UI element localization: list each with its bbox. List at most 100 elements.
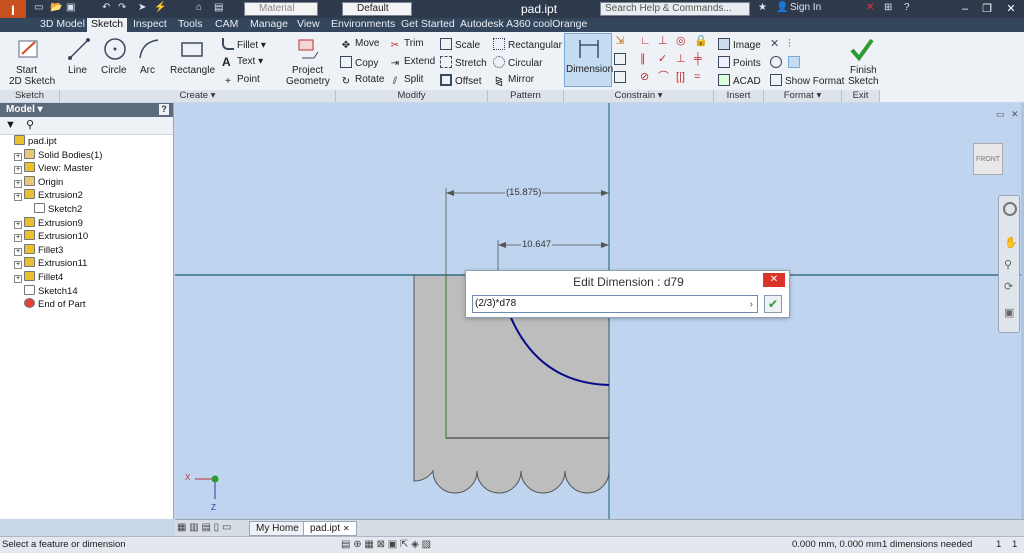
tree-item-sketch2[interactable]: +Sketch2 — [24, 203, 82, 216]
points-button[interactable]: Points — [718, 56, 761, 69]
mirror-button[interactable]: ⧎ Mirror — [493, 74, 534, 88]
dialog-close-button[interactable]: ✕ — [763, 273, 785, 287]
circular-pattern-button[interactable]: Circular — [493, 56, 542, 69]
rectangular-pattern-button[interactable]: Rectangular — [493, 38, 562, 51]
measure-icon[interactable]: ▤ — [214, 2, 223, 13]
home-icon[interactable]: ⌂ — [196, 2, 202, 13]
expand-toggle-icon[interactable]: + — [14, 166, 22, 175]
horizontal-icon[interactable]: ⊥ — [676, 53, 688, 65]
tab-view[interactable]: View — [293, 18, 324, 32]
tab-manage[interactable]: Manage — [246, 18, 292, 32]
vertical-icon[interactable]: ╪ — [694, 53, 706, 65]
open-icon[interactable]: 📂 — [50, 2, 62, 13]
browser-help-icon[interactable]: ? — [159, 104, 169, 115]
update-icon[interactable]: ⚡ — [154, 2, 166, 13]
tab-sketch[interactable]: Sketch — [87, 18, 128, 32]
tree-item-view-master[interactable]: + View: Master — [14, 162, 93, 175]
doc-tab-pad[interactable]: pad.ipt ✕ — [303, 521, 357, 536]
restore-button[interactable]: ❐ — [978, 1, 996, 17]
tab-cam[interactable]: CAM — [211, 18, 242, 32]
expand-toggle-icon[interactable]: + — [14, 234, 22, 243]
redo-icon[interactable]: ↷ — [118, 2, 126, 13]
auto-dimension-icon[interactable]: ⇲ — [614, 35, 626, 47]
collinear-icon[interactable]: ⊥ — [658, 35, 670, 47]
trim-button[interactable]: ✂ Trim — [389, 38, 424, 52]
dimension-button[interactable]: Dimension — [564, 33, 613, 87]
new-icon[interactable]: ▭ — [34, 2, 43, 13]
user-icon[interactable]: 👤 — [776, 2, 788, 13]
tree-item-extrusion2[interactable]: + Extrusion2 — [14, 189, 83, 202]
tangent-icon[interactable]: ⊘ — [640, 71, 652, 83]
dimension-inner-label[interactable]: 10.647 — [521, 239, 553, 250]
parallel-icon[interactable]: ∥ — [640, 53, 652, 65]
concentric-icon[interactable]: ◎ — [676, 35, 688, 47]
project-geometry-button[interactable]: Project Geometry — [282, 34, 332, 88]
viewcube-close-icon[interactable]: ✕ — [1011, 109, 1019, 120]
doc-tab-my-home[interactable]: My Home — [249, 521, 306, 536]
sign-in-link[interactable]: Sign In — [790, 2, 821, 13]
browser-title[interactable]: Model — [6, 104, 35, 115]
minimize-button[interactable]: – — [956, 1, 974, 17]
tab-tools[interactable]: Tools — [174, 18, 207, 32]
expand-toggle-icon[interactable]: + — [14, 247, 22, 256]
extend-button[interactable]: ⇥ Extend — [389, 56, 435, 70]
appearance-select[interactable]: Default — [342, 2, 412, 16]
expand-toggle-icon[interactable]: + — [14, 261, 22, 270]
viewcube[interactable]: FRONT — [973, 143, 1003, 175]
centerline-icon[interactable]: ⫶ — [788, 38, 800, 50]
coincident-icon[interactable]: ∟ — [640, 35, 652, 47]
scale-button[interactable]: Scale — [440, 38, 480, 51]
tree-item-origin[interactable]: + Origin — [14, 175, 63, 189]
tree-item-extrusion9[interactable]: + Extrusion9 — [14, 216, 83, 230]
zoom-icon[interactable]: ⚲ — [1004, 258, 1012, 271]
tile-windows-icon[interactable]: ▦ ▥ ▤ ▯ ▭ — [177, 522, 231, 533]
select-icon[interactable]: ➤ — [138, 2, 146, 13]
center-point-icon[interactable] — [770, 56, 782, 68]
star-icon[interactable]: ★ — [758, 2, 767, 13]
viewcube-min-icon[interactable]: ▭ — [996, 109, 1005, 120]
split-button[interactable]: ⫽ Split — [389, 74, 424, 88]
tab-3d-model[interactable]: 3D Model — [36, 18, 89, 32]
close-window-button[interactable]: ✕ — [1002, 1, 1020, 17]
save-icon[interactable]: ▣ — [66, 2, 75, 13]
dimension-value-input[interactable]: (2/3)*d78 › — [472, 295, 758, 313]
smooth-icon[interactable]: ⌒ — [658, 71, 670, 83]
status-tool-icons[interactable]: ▤ ⊕ ▦ ⊠ ▣ ⇱ ◈ ▨ — [341, 537, 431, 553]
rotate-button[interactable]: ↻ Rotate — [340, 74, 385, 88]
dimension-outer-label[interactable]: (15.875) — [505, 187, 543, 198]
image-button[interactable]: Image — [718, 38, 761, 51]
constraint-settings-icon[interactable] — [614, 71, 626, 83]
exchange-icon[interactable]: ✕ — [866, 2, 874, 13]
arc-button[interactable]: Arc — [134, 34, 164, 88]
rectangle-button[interactable]: Rectangle — [168, 34, 216, 88]
tree-item-extrusion11[interactable]: + Extrusion11 — [14, 257, 87, 270]
start-2d-sketch-button[interactable]: Start 2D Sketch — [4, 34, 55, 88]
point-button[interactable]: + Point — [222, 74, 260, 88]
show-format-button[interactable]: Show Format — [770, 74, 844, 87]
tree-item-pad-ipt[interactable]: +pad.ipt — [4, 135, 57, 148]
expand-toggle-icon[interactable]: + — [14, 220, 22, 229]
line-button[interactable]: Line — [62, 34, 96, 88]
expand-toggle-icon[interactable]: + — [14, 179, 22, 188]
equal-icon[interactable]: = — [694, 71, 706, 83]
show-constraints-icon[interactable] — [614, 53, 626, 65]
doc-tab-close-icon[interactable]: ✕ — [343, 524, 350, 533]
tree-item-sketch14[interactable]: +Sketch14 — [14, 284, 78, 298]
expand-toggle-icon[interactable]: + — [14, 275, 22, 283]
orbit-icon[interactable]: ⟳ — [1004, 280, 1013, 293]
driven-dimension-icon[interactable] — [788, 56, 800, 68]
fix-icon[interactable]: 🔒 — [694, 35, 708, 47]
construction-icon[interactable]: ✕ — [770, 38, 782, 50]
text-button[interactable]: A Text ▾ — [222, 56, 263, 68]
undo-icon[interactable]: ↶ — [102, 2, 110, 13]
tab-autodesk-a360[interactable]: Autodesk A360 — [456, 18, 535, 32]
help-icon[interactable]: ? — [904, 2, 910, 13]
help-search-input[interactable]: Search Help & Commands... — [600, 2, 750, 16]
tab-environments[interactable]: Environments — [327, 18, 399, 32]
circle-button[interactable]: Circle — [98, 34, 132, 88]
expand-toggle-icon[interactable]: + — [14, 193, 22, 202]
acad-button[interactable]: ACAD — [718, 74, 761, 87]
copy-button[interactable]: Copy — [340, 56, 378, 69]
tab-inspect[interactable]: Inspect — [129, 18, 171, 32]
symmetric-icon[interactable]: [|] — [676, 71, 688, 83]
